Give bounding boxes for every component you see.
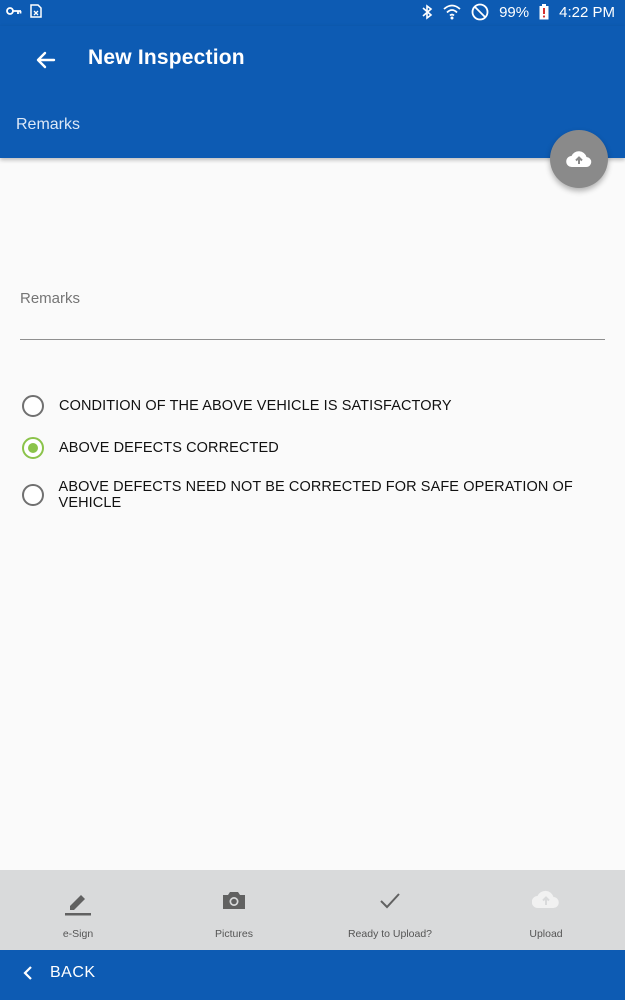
radio-option-satisfactory[interactable]: CONDITION OF THE ABOVE VEHICLE IS SATISF…	[22, 395, 452, 417]
radio-option-defects-corrected[interactable]: ABOVE DEFECTS CORRECTED	[22, 437, 279, 459]
pictures-button[interactable]: Pictures	[156, 870, 312, 950]
cloud-upload-fab[interactable]	[550, 130, 608, 188]
bottom-toolbar: e-Sign Pictures Ready to Upload? Upload	[0, 870, 625, 950]
battery-icon	[539, 4, 549, 20]
do-not-disturb-icon	[471, 3, 489, 21]
back-button[interactable]: BACK	[22, 964, 96, 982]
ready-label: Ready to Upload?	[347, 928, 433, 940]
ready-to-upload-button[interactable]: Ready to Upload?	[312, 870, 468, 950]
radio-button[interactable]	[22, 395, 44, 417]
radio-button[interactable]	[22, 484, 44, 506]
esign-button[interactable]: e-Sign	[0, 870, 156, 950]
checkmark-icon	[377, 888, 403, 917]
status-bar: 99% 4:22 PM	[0, 0, 625, 26]
radio-button-selected[interactable]	[22, 437, 44, 459]
pencil-icon	[64, 888, 92, 921]
radio-option-need-not-correct[interactable]: ABOVE DEFECTS NEED NOT BE CORRECTED FOR …	[22, 479, 625, 511]
pictures-label: Pictures	[215, 928, 253, 940]
app-bar: New Inspection Remarks	[0, 26, 625, 158]
back-arrow-icon[interactable]	[34, 48, 58, 72]
bluetooth-icon	[421, 4, 433, 20]
radio-label: ABOVE DEFECTS NEED NOT BE CORRECTED FOR …	[58, 479, 573, 511]
bottom-nav-bar: BACK	[0, 950, 625, 1000]
radio-label: ABOVE DEFECTS CORRECTED	[59, 440, 279, 456]
esign-label: e-Sign	[62, 928, 94, 940]
section-label: Remarks	[16, 116, 81, 133]
chevron-left-icon	[23, 966, 32, 980]
cloud-upload-icon	[531, 888, 560, 917]
page-title: New Inspection	[88, 46, 245, 69]
radio-label: CONDITION OF THE ABOVE VEHICLE IS SATISF…	[59, 398, 452, 414]
clock: 4:22 PM	[559, 3, 615, 21]
wifi-icon	[443, 4, 461, 20]
cloud-upload-icon	[566, 151, 592, 168]
back-label: BACK	[50, 964, 96, 981]
key-icon	[6, 5, 22, 17]
sim-icon	[30, 4, 42, 18]
remarks-input[interactable]	[20, 310, 605, 336]
remarks-label: Remarks	[20, 290, 81, 307]
camera-icon	[221, 888, 247, 917]
battery-percent: 99%	[499, 3, 530, 21]
remarks-field[interactable]: Remarks	[20, 282, 605, 340]
upload-label: Upload	[529, 928, 563, 940]
upload-button[interactable]: Upload	[468, 870, 624, 950]
